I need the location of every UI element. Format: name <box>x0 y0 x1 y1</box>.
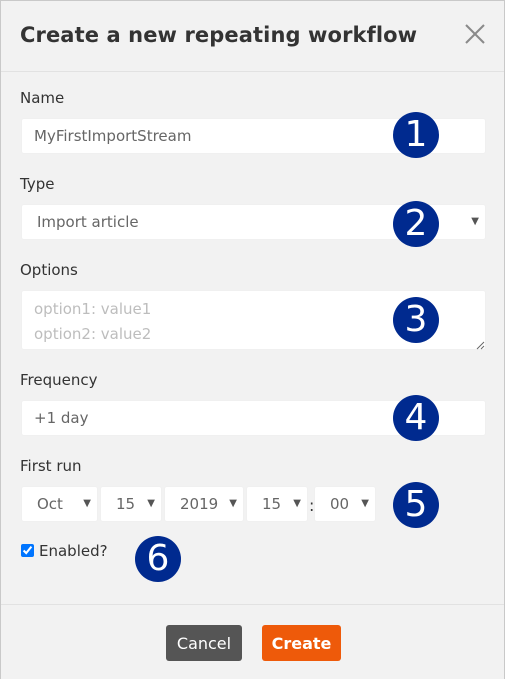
annotation-badge-5: 5 <box>393 482 439 528</box>
frequency-label: Frequency <box>20 371 98 389</box>
chevron-down-icon: ▼ <box>361 498 369 509</box>
chevron-down-icon: ▼ <box>147 498 155 509</box>
minute-select[interactable]: 00 ▼ <box>314 486 376 522</box>
dialog-title: Create a new repeating workflow <box>20 23 418 47</box>
chevron-down-icon: ▼ <box>471 216 479 227</box>
month-select-value: Oct <box>37 495 63 513</box>
hour-select[interactable]: 15 ▼ <box>246 486 308 522</box>
annotation-badge-3: 3 <box>393 297 439 343</box>
annotation-badge-4: 4 <box>393 395 439 441</box>
enabled-label: Enabled? <box>39 542 108 560</box>
chevron-down-icon: ▼ <box>293 498 301 509</box>
options-label: Options <box>20 261 78 279</box>
enabled-checkbox[interactable] <box>21 544 34 557</box>
chevron-down-icon: ▼ <box>83 498 91 509</box>
day-select-value: 15 <box>116 495 136 513</box>
year-select[interactable]: 2019 ▼ <box>164 486 244 522</box>
resize-grip-icon[interactable] <box>475 340 485 350</box>
type-label: Type <box>20 175 55 193</box>
chevron-down-icon: ▼ <box>229 498 237 509</box>
annotation-badge-1: 1 <box>393 112 439 158</box>
first-run-label: First run <box>20 457 82 475</box>
day-select[interactable]: 15 ▼ <box>100 486 162 522</box>
name-label: Name <box>20 89 65 107</box>
close-icon[interactable] <box>463 22 487 46</box>
minute-select-value: 00 <box>330 495 350 513</box>
hour-select-value: 15 <box>262 495 282 513</box>
annotation-badge-6: 6 <box>135 536 181 582</box>
annotation-badge-2: 2 <box>393 201 439 247</box>
year-select-value: 2019 <box>180 495 219 513</box>
create-button[interactable]: Create <box>262 625 341 661</box>
month-select[interactable]: Oct ▼ <box>21 486 98 522</box>
workflow-dialog: Create a new repeating workflow Name Typ… <box>0 0 505 679</box>
type-select-value: Import article <box>37 213 139 231</box>
cancel-button[interactable]: Cancel <box>166 625 242 661</box>
dialog-footer: Cancel Create <box>1 604 504 679</box>
dialog-header: Create a new repeating workflow <box>1 1 504 72</box>
